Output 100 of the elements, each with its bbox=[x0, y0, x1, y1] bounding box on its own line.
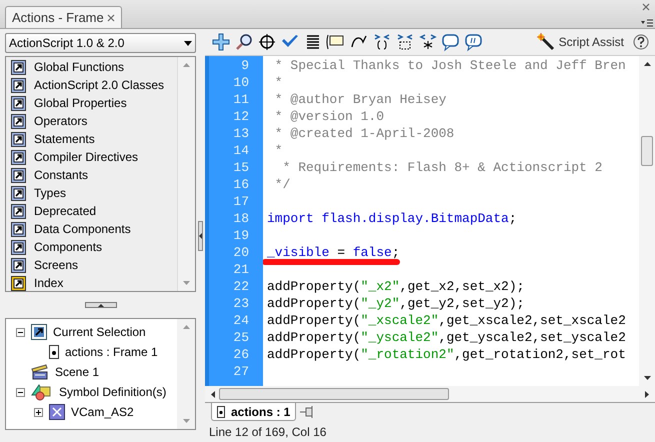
code-line: addProperty("_y2",get_y2,set_y2); bbox=[267, 296, 524, 311]
line-number: 15 bbox=[233, 160, 249, 175]
collapse-handle[interactable] bbox=[198, 220, 203, 250]
line-comment-icon[interactable] bbox=[464, 32, 484, 52]
code-line: * Special Thanks to Josh Steele and Jeff Bren bbox=[274, 58, 626, 73]
arrow-square-icon bbox=[11, 204, 26, 218]
tree-item[interactable]: Scene 1 bbox=[55, 363, 100, 381]
toolbox-item[interactable]: Deprecated bbox=[34, 202, 96, 220]
toolbox-item[interactable]: Compiler Directives bbox=[34, 148, 138, 166]
code-line: addProperty("_yscale2",get_yscale2,set_yscale2 bbox=[267, 330, 626, 345]
line-number: 17 bbox=[233, 194, 249, 209]
target-icon[interactable] bbox=[257, 32, 277, 52]
code-line: * bbox=[274, 143, 283, 158]
code-line: * Requirements: Flash 8+ & Actionscript 2 bbox=[282, 160, 602, 175]
code-line: * bbox=[274, 75, 283, 90]
panel-tab[interactable]: Actions - Frame bbox=[5, 6, 122, 28]
find-icon[interactable] bbox=[234, 32, 254, 52]
scroll-thumb[interactable] bbox=[641, 136, 653, 166]
arrow-square-icon bbox=[31, 324, 47, 340]
collapse-selection-icon[interactable] bbox=[395, 32, 415, 52]
line-number: 24 bbox=[233, 313, 249, 328]
block-comment-icon[interactable] bbox=[441, 32, 461, 52]
line-number: 26 bbox=[233, 347, 249, 362]
tree-item[interactable]: Current Selection bbox=[53, 323, 146, 341]
shapes-icon bbox=[31, 383, 53, 401]
scroll-up-icon[interactable] bbox=[644, 62, 650, 66]
line-number: 25 bbox=[233, 330, 249, 345]
toolbox-item[interactable]: Index bbox=[34, 274, 64, 292]
toolbox-item[interactable]: Global Functions bbox=[34, 58, 124, 76]
line-number: 27 bbox=[233, 364, 249, 379]
line-number: 13 bbox=[233, 126, 249, 141]
scroll-thumb[interactable] bbox=[219, 388, 449, 400]
code-line: _visible = false; bbox=[267, 245, 400, 260]
line-number: 23 bbox=[233, 296, 249, 311]
tree-item[interactable]: Symbol Definition(s) bbox=[59, 383, 166, 401]
clapperboard-icon bbox=[31, 364, 49, 380]
line-number: 21 bbox=[233, 262, 249, 277]
code-line: * @created 1-April-2008 bbox=[274, 126, 454, 141]
arrow-square-icon bbox=[11, 186, 26, 200]
line-number: 12 bbox=[233, 109, 249, 124]
arrow-square-icon bbox=[11, 150, 26, 164]
toolbox-item[interactable]: Screens bbox=[34, 256, 78, 274]
scroll-left-icon[interactable] bbox=[211, 390, 215, 398]
toolbox-item[interactable]: ActionScript 2.0 Classes bbox=[34, 76, 164, 94]
expand-icon[interactable] bbox=[34, 408, 43, 416]
panel-menu-icon[interactable] bbox=[641, 19, 653, 27]
splitter-handle[interactable] bbox=[84, 302, 116, 308]
collapse-icon[interactable] bbox=[16, 388, 25, 396]
add-icon[interactable] bbox=[211, 32, 231, 52]
code-line: * @version 1.0 bbox=[274, 109, 384, 124]
horizontal-scrollbar[interactable] bbox=[205, 386, 655, 402]
document-icon bbox=[217, 406, 225, 418]
arrow-square-icon bbox=[11, 60, 26, 74]
close-icon[interactable] bbox=[106, 14, 115, 22]
language-dropdown[interactable]: ActionScript 1.0 & 2.0 bbox=[5, 33, 196, 53]
code-line: * @author Bryan Heisey bbox=[274, 92, 446, 107]
magic-wand-icon bbox=[536, 33, 555, 51]
line-number: 19 bbox=[233, 228, 249, 243]
arrow-square-icon bbox=[11, 78, 26, 92]
line-number: 22 bbox=[233, 279, 249, 294]
line-number: 11 bbox=[233, 92, 249, 107]
arrow-square-icon bbox=[11, 222, 26, 236]
code-line: import flash.display.BitmapData; bbox=[267, 211, 517, 226]
movieclip-icon bbox=[49, 404, 65, 420]
toolbox-item[interactable]: Types bbox=[34, 184, 66, 202]
toolbox-item[interactable]: Global Properties bbox=[34, 94, 127, 112]
script-tab[interactable]: actions : 1 bbox=[211, 403, 296, 421]
arrow-square-icon bbox=[11, 168, 26, 182]
toolbox-item[interactable]: Data Components bbox=[34, 220, 131, 238]
document-icon bbox=[49, 345, 59, 359]
arrow-square-icon bbox=[11, 132, 26, 146]
arrow-square-icon bbox=[11, 96, 26, 110]
toolbox-item[interactable]: Constants bbox=[34, 166, 88, 184]
line-number: 16 bbox=[233, 177, 249, 192]
status-text: Line 12 of 169, Col 16 bbox=[209, 424, 326, 441]
code-line: addProperty("_x2",get_x2,set_x2); bbox=[267, 279, 524, 294]
script-assist-button[interactable]: Script Assist bbox=[536, 33, 624, 51]
line-number: 20 bbox=[233, 245, 249, 260]
line-number: 18 bbox=[233, 211, 249, 226]
toolbox-item[interactable]: Components bbox=[34, 238, 102, 256]
close-icon[interactable] bbox=[642, 3, 650, 11]
arrow-square-icon bbox=[11, 114, 26, 128]
dropdown-arrow-icon bbox=[184, 40, 192, 46]
expand-all-icon[interactable] bbox=[418, 32, 438, 52]
help-icon[interactable] bbox=[633, 34, 649, 50]
arrow-square-icon bbox=[11, 240, 26, 254]
toolbox-item[interactable]: Operators bbox=[34, 112, 88, 130]
tree-item[interactable]: actions : Frame 1 bbox=[65, 343, 158, 361]
toolbox-item[interactable]: Statements bbox=[34, 130, 95, 148]
scroll-down-icon[interactable] bbox=[644, 376, 650, 380]
scrollbar[interactable] bbox=[639, 56, 655, 386]
collapse-icon[interactable] bbox=[16, 328, 25, 336]
code-line: addProperty("_xscale2",get_xscale2,set_xscale2 bbox=[267, 313, 626, 328]
line-number: 14 bbox=[233, 143, 249, 158]
code-line: addProperty("_rotation2",get_rotation2,set_rot bbox=[267, 347, 626, 362]
scroll-right-icon[interactable] bbox=[645, 390, 649, 398]
line-number: 10 bbox=[233, 75, 249, 90]
collapse-braces-icon[interactable] bbox=[372, 32, 392, 52]
arrow-square-icon bbox=[11, 258, 26, 272]
tree-item[interactable]: VCam_AS2 bbox=[71, 403, 134, 421]
